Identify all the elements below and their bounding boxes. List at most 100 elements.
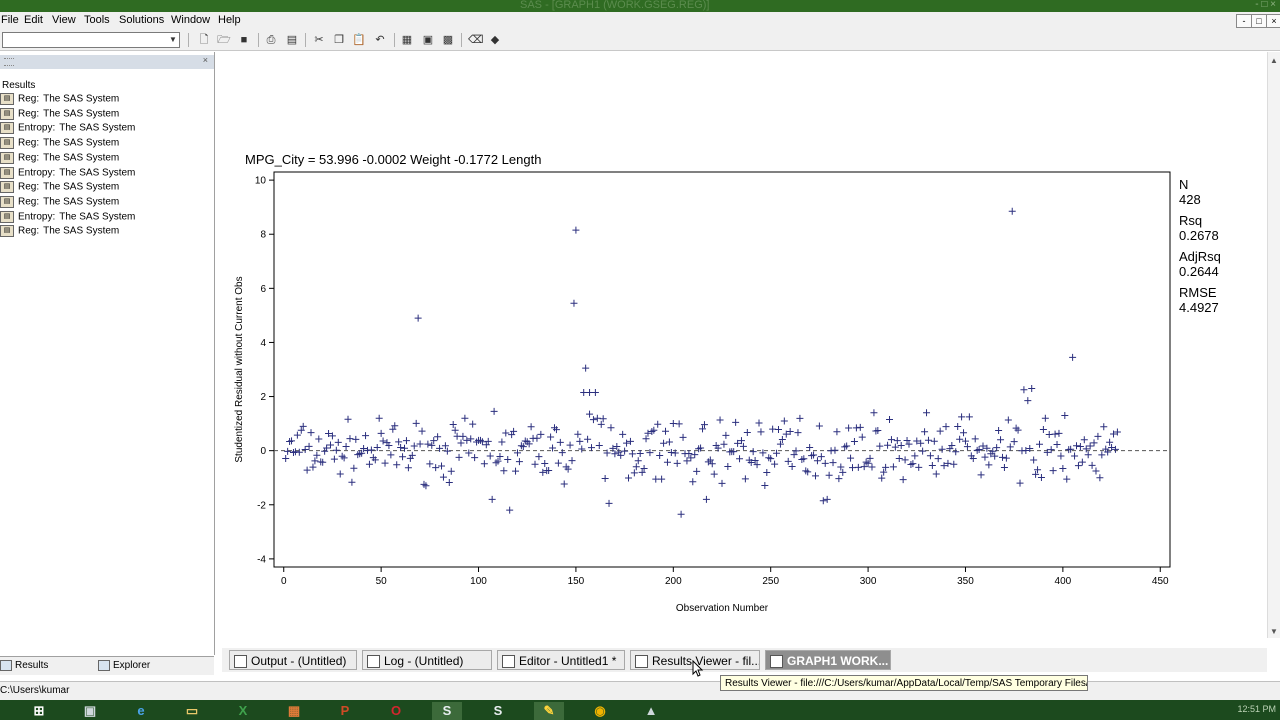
menu-window[interactable]: Window [171,14,210,26]
data-point [889,463,897,471]
window-controls[interactable]: - □ × [1255,0,1276,10]
data-point [854,463,862,471]
scroll-up-icon[interactable]: ▲ [1270,56,1278,65]
grip-icon[interactable] [4,58,14,66]
sas-icon[interactable]: S [432,702,462,720]
data-point [492,459,500,467]
data-point [1051,430,1059,438]
opera-icon[interactable]: O [381,702,411,720]
undo-icon[interactable]: ↶ [373,33,387,47]
chrome-icon[interactable]: ◉ [585,702,615,720]
data-point [998,453,1006,461]
menu-help[interactable]: Help [218,14,241,26]
menu-solutions[interactable]: Solutions [119,14,164,26]
data-point [471,454,479,462]
data-point [1092,467,1100,475]
paste-icon[interactable]: 📋 [352,33,366,47]
command-box[interactable]: ▼ [2,32,180,48]
tab-results[interactable]: Results [0,659,48,673]
explorer-folder-icon[interactable]: ▭ [177,702,207,720]
menu-tools[interactable]: Tools [84,14,110,26]
sas-alt-icon[interactable]: S [483,702,513,720]
menu-view[interactable]: View [52,14,76,26]
explorer-icon[interactable]: ▣ [421,33,435,47]
tree-item[interactable]: ▤ Reg: The SAS System [0,151,119,166]
data-point [582,364,590,372]
data-point [547,433,555,441]
data-point [597,420,605,428]
tree-item[interactable]: ▤ Entropy: The SAS System [0,122,135,136]
vertical-scrollbar[interactable]: ▲ ▼ [1267,52,1280,638]
print-icon[interactable]: ⎙ [264,33,278,47]
data-point [619,430,627,438]
data-point [819,497,827,505]
data-point [662,427,670,435]
tab-editor[interactable]: Editor - Untitled1 * [497,650,625,670]
data-point [438,462,446,470]
clock[interactable]: 12:51 PM [1237,704,1276,714]
tree-item[interactable]: ▤ Reg: The SAS System [0,93,119,107]
mdi-minimize-button[interactable]: - [1236,14,1252,28]
misc-icon[interactable]: ▲ [636,702,666,720]
tab-log[interactable]: Log - (Untitled) [362,650,492,670]
tree-item[interactable]: ▤ Reg: The SAS System [0,225,119,239]
data-point [515,458,523,466]
data-point [1010,438,1018,446]
powerpoint-icon[interactable]: P [330,702,360,720]
data-point [716,416,724,424]
tree-item[interactable]: ▤ Entropy: The SAS System [0,210,135,225]
excel-icon[interactable]: X [228,702,258,720]
results-icon[interactable]: ▦ [400,33,414,47]
help-icon[interactable]: ◆ [488,33,502,47]
start-icon[interactable]: ⊞ [24,702,54,720]
tool-icon[interactable]: ✎ [534,702,564,720]
tab-explorer[interactable]: Explorer [98,659,150,673]
data-point [568,457,576,465]
libraries-icon[interactable]: ▩ [441,33,455,47]
results-tab-icon [0,659,12,671]
tab-graph1[interactable]: GRAPH1 WORK... [765,650,891,670]
menu-file[interactable]: File [1,14,19,26]
tree-root[interactable]: Results [2,80,35,91]
data-point [1086,442,1094,450]
data-point [467,435,475,443]
print-preview-icon[interactable]: ▤ [285,33,299,47]
server-manager-icon[interactable]: ▣ [75,702,105,720]
mdi-restore-button[interactable]: □ [1251,14,1267,28]
mdi-close-button[interactable]: × [1266,14,1280,28]
data-point [389,425,397,433]
data-point [878,474,886,482]
data-point [572,226,580,234]
data-point [1024,397,1032,405]
current-directory[interactable]: C:\Users\kumar [0,685,69,696]
tab-output[interactable]: Output - (Untitled) [229,650,357,670]
tree-item[interactable]: ▤ Entropy: The SAS System [0,166,135,181]
data-point [451,426,459,434]
close-icon[interactable]: × [203,55,208,65]
tree-item[interactable]: ▤ Reg: The SAS System [0,195,119,210]
report-icon: ▤ [0,181,14,194]
save-icon[interactable]: ■ [237,33,251,47]
scroll-down-icon[interactable]: ▼ [1270,627,1278,636]
data-point [679,433,687,441]
app-icon[interactable]: ▦ [279,702,309,720]
copy-icon[interactable]: ❐ [332,33,346,47]
tree-item[interactable]: ▤ Reg: The SAS System [0,107,119,122]
data-point [926,452,934,460]
chevron-down-icon[interactable]: ▼ [167,33,179,47]
tree-item[interactable]: ▤ Reg: The SAS System [0,181,119,195]
data-point [835,475,843,483]
clear-icon[interactable]: ⌫ [468,33,484,47]
data-point [430,437,438,445]
data-point [414,314,422,322]
cut-icon[interactable]: ✂ [312,33,326,47]
results-pane-header[interactable]: × [0,55,214,69]
data-point [886,416,894,424]
data-point [381,459,389,467]
open-icon[interactable]: 🗁 [217,33,231,47]
new-icon[interactable]: 🗋 [197,33,211,47]
menu-edit[interactable]: Edit [24,14,43,26]
ie-icon[interactable]: e [126,702,156,720]
tree-item[interactable]: ▤ Reg: The SAS System [0,137,119,151]
data-point [899,476,907,484]
